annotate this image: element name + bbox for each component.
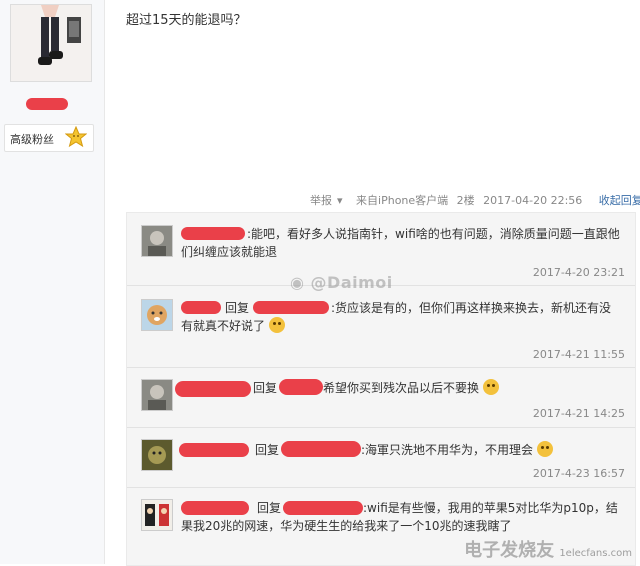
emoji-icon bbox=[268, 317, 285, 333]
collapse-replies-link[interactable]: 收起回复 bbox=[599, 192, 640, 208]
username-redacted bbox=[26, 98, 68, 110]
site-logo: 电子发烧友 bbox=[464, 540, 555, 561]
reply-content: 回复:wifi是有些慢，我用的苹果5对比华为p10p，结果我20兆的网速，华为硬… bbox=[181, 501, 618, 533]
user-avatar[interactable] bbox=[10, 4, 92, 82]
report-link[interactable]: 举报 ▾ bbox=[310, 192, 348, 208]
reply-time: 2017-4-23 16:57 bbox=[532, 467, 625, 480]
reply-content: 回复:货应该是有的，但你们再这样换来换去，新机还有没有就真不好说了 bbox=[181, 301, 612, 333]
avatar[interactable] bbox=[141, 225, 173, 257]
reply-time: 2017-4-20 23:21 bbox=[532, 266, 625, 279]
avatar[interactable] bbox=[141, 379, 173, 411]
emoji-icon bbox=[482, 379, 499, 395]
reply-to-label: 回复 bbox=[255, 443, 280, 457]
reply-list: :能吧，看好多人说指南针，wifi啥的也有问题，消除质量问题一直跟他们纠缠应该就… bbox=[126, 212, 636, 566]
weibo-icon: ◉ bbox=[290, 273, 305, 292]
site-watermark: 电子发烧友 1elecfans.com bbox=[464, 540, 632, 561]
reply-time: 2017-4-21 11:55 bbox=[532, 348, 625, 361]
reply-to-label: 回复 bbox=[257, 501, 282, 515]
reply-time: 2017-4-21 14:25 bbox=[532, 407, 625, 420]
fan-level-badge: 高级粉丝 bbox=[4, 124, 94, 152]
list-item: 回复:海軍只洗地不用华为，不用理会 2017-4-23 16:57 bbox=[127, 427, 635, 488]
reply-to-label: 回复 bbox=[253, 381, 278, 395]
watermark: ◉ @Daimoi bbox=[290, 273, 393, 292]
star-icon bbox=[65, 126, 87, 148]
post-meta: 举报 ▾ 来自iPhone客户端 2楼 2017-04-20 22:56 收起回复 bbox=[310, 192, 640, 208]
post-time: 2017-04-20 22:56 bbox=[483, 194, 583, 207]
reply-content: :能吧，看好多人说指南针，wifi啥的也有问题，消除质量问题一直跟他们纠缠应该就… bbox=[181, 227, 620, 259]
avatar[interactable] bbox=[141, 299, 173, 331]
avatar[interactable] bbox=[141, 499, 173, 531]
post-content: 超过15天的能退吗？ bbox=[126, 13, 247, 28]
reply-to-label: 回复 bbox=[225, 301, 250, 315]
avatar[interactable] bbox=[141, 439, 173, 471]
chevron-down-icon: ▾ bbox=[337, 194, 343, 207]
user-sidebar: 高级粉丝 bbox=[0, 0, 105, 564]
list-item: 回复 希望你买到残次品以后不要换 2017-4-21 14:25 bbox=[127, 367, 635, 428]
source-label: 来自iPhone客户端 bbox=[356, 194, 449, 207]
list-item: 回复:货应该是有的，但你们再这样换来换去，新机还有没有就真不好说了 2017-4… bbox=[127, 285, 635, 368]
reply-content: 回复 希望你买到残次品以后不要换 bbox=[181, 379, 621, 397]
floor-label: 2楼 bbox=[456, 194, 475, 207]
fan-level-label: 高级粉丝 bbox=[10, 133, 54, 146]
reply-content: 回复:海軍只洗地不用华为，不用理会 bbox=[181, 441, 621, 459]
emoji-icon bbox=[536, 441, 553, 457]
